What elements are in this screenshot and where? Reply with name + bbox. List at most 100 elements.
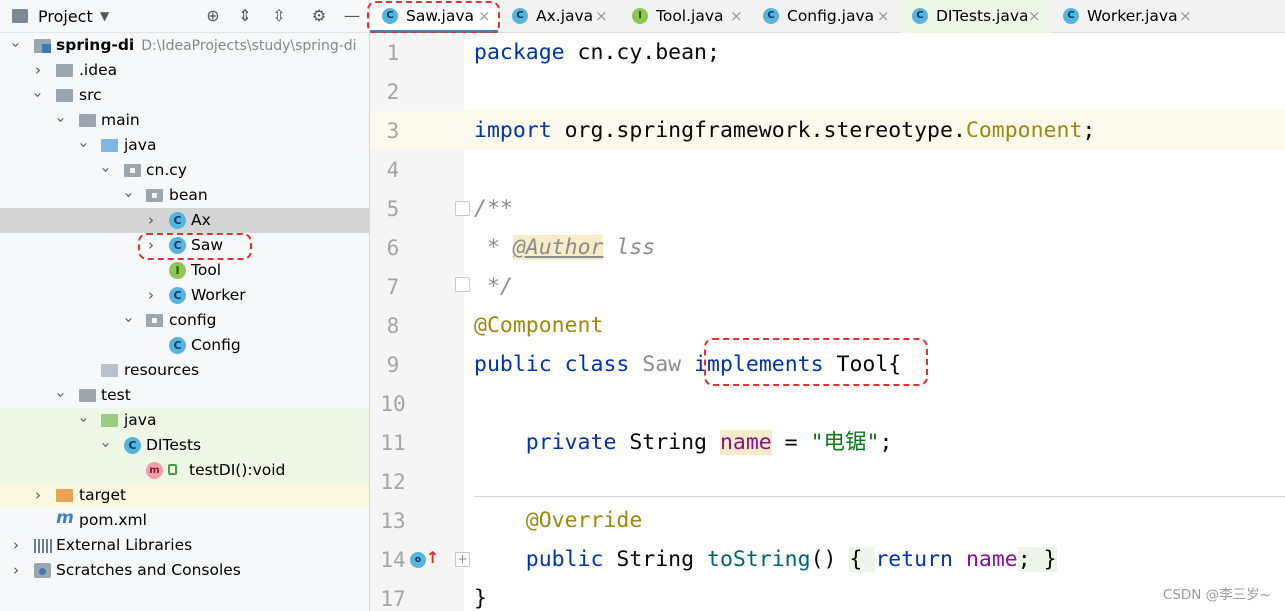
tab-tool-java[interactable]: I Tool.java × xyxy=(620,0,750,33)
tree-item-test-java[interactable]: › java xyxy=(0,408,369,433)
class-icon: C xyxy=(169,287,186,304)
line-number: 1 xyxy=(386,41,400,65)
tab-config-java[interactable]: C Config.java × xyxy=(751,0,899,33)
test-folder-icon xyxy=(101,414,118,427)
tree-item-label: target xyxy=(79,486,127,504)
chevron-down-icon[interactable]: ▼ xyxy=(100,6,109,27)
chevron-icon[interactable]: › xyxy=(75,137,93,153)
tree-item-ditests[interactable]: › C DITests xyxy=(0,433,369,458)
chevron-icon[interactable]: › xyxy=(30,61,46,79)
expand-fold-icon[interactable]: + xyxy=(455,552,470,567)
tree-item-label: Ax xyxy=(191,211,211,229)
excluded-folder-icon xyxy=(56,489,73,502)
tree-item-bean[interactable]: › bean xyxy=(0,183,369,208)
line-number: 17 xyxy=(380,587,406,611)
tree-item-label: External Libraries xyxy=(56,536,193,554)
tree-item-target[interactable]: › target xyxy=(0,483,369,508)
tree-item-test[interactable]: › test xyxy=(0,383,369,408)
tab-ditests-java[interactable]: C DITests.java × xyxy=(900,0,1050,33)
chevron-icon[interactable]: › xyxy=(75,412,93,428)
chevron-icon[interactable]: › xyxy=(8,536,24,554)
class-icon: C xyxy=(763,8,779,24)
locate-file-icon[interactable]: ⊕ xyxy=(202,5,224,27)
tab-ax-java[interactable]: C Ax.java × xyxy=(500,0,616,33)
package-icon xyxy=(124,164,141,177)
tree-item-label: Saw xyxy=(191,236,224,254)
close-icon[interactable]: × xyxy=(1028,6,1041,26)
expand-all-icon[interactable]: ⇕ xyxy=(234,5,256,27)
tree-item-worker[interactable]: › C Worker xyxy=(0,283,369,308)
line-number: 6 xyxy=(386,236,400,260)
tree-item-main-java[interactable]: › java xyxy=(0,133,369,158)
tab-saw-java[interactable]: C Saw.java × xyxy=(370,0,498,33)
code-text: @Component xyxy=(474,313,604,338)
tree-item-label: main xyxy=(101,111,140,129)
tree-item-testdi[interactable]: m testDI():void xyxy=(0,458,369,483)
chevron-icon[interactable]: › xyxy=(52,387,70,403)
tree-item-ax[interactable]: › C Ax xyxy=(0,208,369,233)
chevron-icon[interactable]: › xyxy=(8,561,24,579)
chevron-icon[interactable]: › xyxy=(143,286,159,304)
tree-item-label: bean xyxy=(169,186,208,204)
close-icon[interactable]: × xyxy=(1179,6,1192,26)
tree-item-spring-di[interactable]: › spring-di D:\IdeaProjects\study\spring-… xyxy=(0,33,369,58)
close-icon[interactable]: × xyxy=(595,6,608,26)
tree-item-resources[interactable]: resources xyxy=(0,358,369,383)
fold-icon[interactable] xyxy=(455,201,470,216)
tab-label: Ax.java xyxy=(536,7,594,25)
tree-item-idea[interactable]: › .idea xyxy=(0,58,369,83)
code-text: * @Author lss xyxy=(474,235,656,260)
gear-icon[interactable]: ⚙ xyxy=(308,5,330,27)
project-panel: Project ▼ ⊕ ⇕ ⇳ ⚙ — › spring-di D:\IdeaPr… xyxy=(0,0,370,611)
tree-item-config-package[interactable]: › config xyxy=(0,308,369,333)
project-icon xyxy=(12,9,28,23)
tree-item-config-class[interactable]: C Config xyxy=(0,333,369,358)
tree-item-saw[interactable]: › C Saw xyxy=(0,233,369,258)
class-icon: C xyxy=(169,212,186,229)
project-view-selector[interactable]: Project xyxy=(38,6,93,27)
tree-item-external-libraries[interactable]: › External Libraries xyxy=(0,533,369,558)
tree-item-scratches[interactable]: › Scratches and Consoles xyxy=(0,558,369,583)
code-text: private String name = "电锯"; xyxy=(525,430,893,455)
method-icon: m xyxy=(146,462,163,479)
chevron-icon[interactable]: › xyxy=(30,486,46,504)
close-icon[interactable]: × xyxy=(877,6,890,26)
class-icon: C xyxy=(169,237,186,254)
collapse-all-icon[interactable]: ⇳ xyxy=(268,5,290,27)
chevron-icon[interactable]: › xyxy=(52,112,70,128)
tab-label: Config.java xyxy=(787,7,875,25)
chevron-icon[interactable]: › xyxy=(143,211,159,229)
chevron-icon[interactable]: › xyxy=(97,162,115,178)
tree-item-src[interactable]: › src xyxy=(0,83,369,108)
tree-item-main[interactable]: › main xyxy=(0,108,369,133)
chevron-icon[interactable]: › xyxy=(7,37,25,53)
folder-icon xyxy=(56,64,73,77)
close-icon[interactable]: × xyxy=(478,6,491,26)
line-number: 3 xyxy=(386,119,400,143)
module-path: D:\IdeaProjects\study\spring-di xyxy=(141,38,357,54)
line-number: 13 xyxy=(380,509,406,533)
chevron-icon[interactable]: › xyxy=(29,87,47,103)
code-editor[interactable]: 1 package cn.cy.bean; 2 3 import org.spr… xyxy=(370,33,1285,611)
package-icon xyxy=(146,314,163,327)
tab-label: Tool.java xyxy=(656,7,724,25)
override-method-icon[interactable]: o xyxy=(410,552,426,568)
hide-panel-icon[interactable]: — xyxy=(341,5,363,27)
chevron-icon[interactable]: › xyxy=(143,236,159,254)
fold-icon[interactable] xyxy=(455,277,470,292)
chevron-icon[interactable]: › xyxy=(97,437,115,453)
editor-tab-bar: C Saw.java × C Ax.java × I Tool.java × C… xyxy=(370,0,1285,33)
chevron-icon[interactable]: › xyxy=(120,187,138,203)
line-number: 11 xyxy=(380,431,406,455)
tree-item-tool[interactable]: I Tool xyxy=(0,258,369,283)
code-text: */ xyxy=(474,274,513,299)
test-class-icon: C xyxy=(124,437,141,454)
tree-item-cn-cy[interactable]: › cn.cy xyxy=(0,158,369,183)
tree-item-label: test xyxy=(101,386,131,404)
tab-worker-java[interactable]: C Worker.java × xyxy=(1051,0,1201,33)
code-text: package cn.cy.bean; xyxy=(474,40,720,65)
tree-item-pom-xml[interactable]: m pom.xml xyxy=(0,508,369,533)
arrow-up-icon[interactable]: ↑ xyxy=(426,548,439,568)
chevron-icon[interactable]: › xyxy=(120,312,138,328)
close-icon[interactable]: × xyxy=(730,6,743,26)
